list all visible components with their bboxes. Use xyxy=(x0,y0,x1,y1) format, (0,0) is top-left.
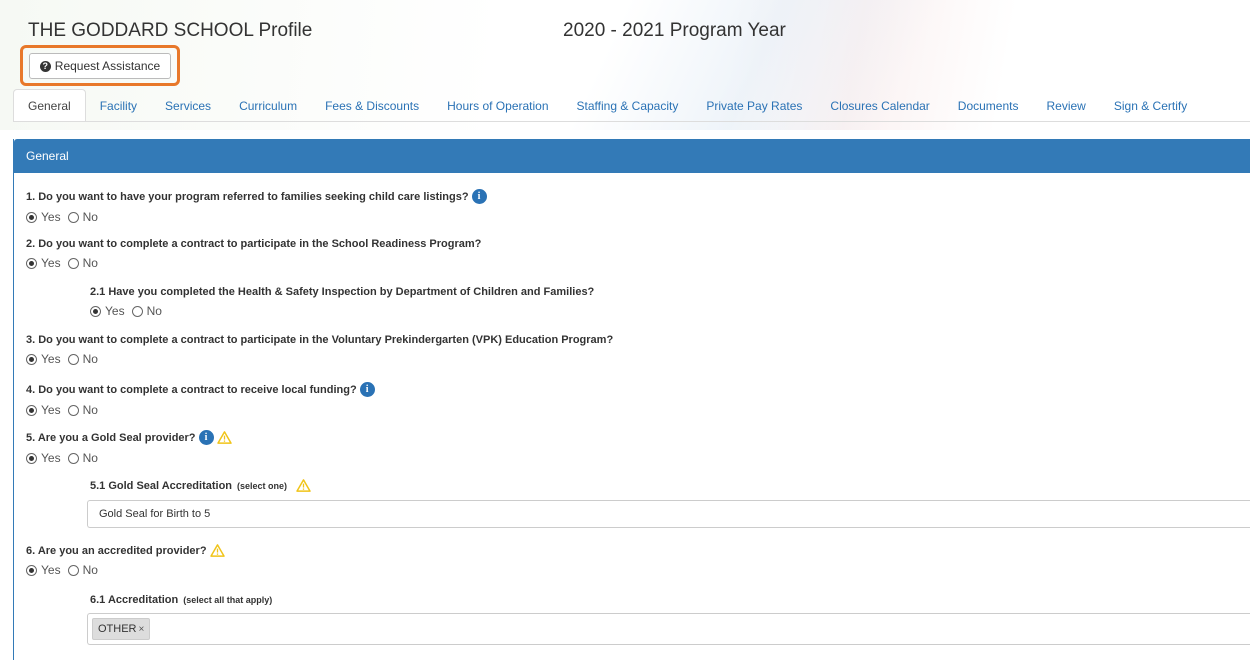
general-panel: General 1. Do you want to have your prog… xyxy=(13,139,1250,660)
question-2-1-label: 2.1 Have you completed the Health & Safe… xyxy=(90,286,595,298)
info-icon[interactable]: i xyxy=(359,382,375,397)
request-assistance-label: Request Assistance xyxy=(54,59,161,73)
question-4-options: Yes No xyxy=(26,403,375,417)
question-1-yes-radio[interactable] xyxy=(26,211,37,223)
question-1: 1. Do you want to have your program refe… xyxy=(26,189,487,224)
page-header: THE GODDARD SCHOOL Profile 2020 - 2021 P… xyxy=(0,0,1250,130)
question-6-1-hint: (select all that apply) xyxy=(183,595,273,605)
no-label: No xyxy=(82,352,98,366)
question-3-options: Yes No xyxy=(26,352,613,366)
tab-general[interactable]: General xyxy=(13,89,86,122)
question-2-no-radio[interactable] xyxy=(67,257,79,269)
yes-label: Yes xyxy=(41,256,61,270)
request-assistance-button[interactable]: ? Request Assistance xyxy=(29,53,171,79)
warning-icon xyxy=(296,479,311,492)
panel-heading: General xyxy=(14,139,1250,173)
tab-curriculum[interactable]: Curriculum xyxy=(225,89,311,122)
question-5-1-label: 5.1 Gold Seal Accreditation xyxy=(90,479,233,492)
accreditation-multiselect[interactable]: OTHER × xyxy=(87,613,1250,645)
tab-closures-calendar[interactable]: Closures Calendar xyxy=(816,89,943,122)
tab-documents[interactable]: Documents xyxy=(944,89,1033,122)
help-circle-icon: ? xyxy=(39,60,51,72)
question-5-yes-radio[interactable] xyxy=(26,452,37,464)
question-2-1-yes-radio[interactable] xyxy=(90,305,101,317)
accreditation-chip-label: OTHER xyxy=(98,623,137,635)
tab-private-pay-rates[interactable]: Private Pay Rates xyxy=(692,89,816,122)
no-label: No xyxy=(146,304,162,318)
question-4-label: 4. Do you want to complete a contract to… xyxy=(26,383,357,396)
yes-label: Yes xyxy=(41,352,61,366)
profile-tabs: General Facility Services Curriculum Fee… xyxy=(13,89,1201,122)
tab-fees-discounts[interactable]: Fees & Discounts xyxy=(311,89,433,122)
accreditation-chip: OTHER × xyxy=(92,618,151,640)
tab-review[interactable]: Review xyxy=(1033,89,1100,122)
page-title: THE GODDARD SCHOOL Profile xyxy=(28,20,313,41)
program-year-title: 2020 - 2021 Program Year xyxy=(563,20,786,41)
question-5-1-hint: (select one) xyxy=(237,480,288,491)
warning-icon xyxy=(209,544,225,557)
tab-staffing-capacity[interactable]: Staffing & Capacity xyxy=(563,89,693,122)
question-6-options: Yes No xyxy=(26,563,225,577)
no-label: No xyxy=(82,563,98,577)
no-label: No xyxy=(82,256,98,270)
question-5-1: 5.1 Gold Seal Accreditation (select one) xyxy=(90,479,311,492)
question-6-label: 6. Are you an accredited provider? xyxy=(26,544,207,557)
tab-divider xyxy=(13,121,1250,122)
info-icon[interactable]: i xyxy=(198,430,214,445)
question-6-1-label: 6.1 Accreditation xyxy=(90,594,179,606)
question-4-yes-radio[interactable] xyxy=(26,404,37,416)
question-3-no-radio[interactable] xyxy=(67,353,79,365)
question-2-options: Yes No xyxy=(26,256,481,270)
question-5-no-radio[interactable] xyxy=(67,452,79,464)
question-1-options: Yes No xyxy=(26,210,487,224)
question-2: 2. Do you want to complete a contract to… xyxy=(26,238,481,270)
question-2-label: 2. Do you want to complete a contract to… xyxy=(26,238,482,250)
question-6-1: 6.1 Accreditation (select all that apply… xyxy=(90,594,272,606)
yes-label: Yes xyxy=(105,304,125,318)
question-3-yes-radio[interactable] xyxy=(26,353,37,365)
yes-label: Yes xyxy=(41,451,61,465)
question-2-1: 2.1 Have you completed the Health & Safe… xyxy=(90,286,594,318)
question-1-no-radio[interactable] xyxy=(67,211,79,223)
warning-icon xyxy=(216,431,232,444)
question-4: 4. Do you want to complete a contract to… xyxy=(26,382,375,417)
no-label: No xyxy=(82,451,98,465)
remove-chip-icon[interactable]: × xyxy=(139,624,145,635)
question-2-yes-radio[interactable] xyxy=(26,257,37,269)
info-icon[interactable]: i xyxy=(471,189,487,204)
tab-services[interactable]: Services xyxy=(151,89,225,122)
question-5-label: 5. Are you a Gold Seal provider? xyxy=(26,431,196,444)
yes-label: Yes xyxy=(41,563,61,577)
gold-seal-accreditation-select[interactable]: Gold Seal for Birth to 5 xyxy=(87,500,1250,528)
question-5-options: Yes No xyxy=(26,451,232,465)
tab-sign-certify[interactable]: Sign & Certify xyxy=(1100,89,1201,122)
question-3: 3. Do you want to complete a contract to… xyxy=(26,334,613,366)
question-2-1-no-radio[interactable] xyxy=(131,305,143,317)
question-1-label: 1. Do you want to have your program refe… xyxy=(26,190,469,203)
question-2-1-options: Yes No xyxy=(90,304,594,318)
question-6: 6. Are you an accredited provider? Yes N… xyxy=(26,544,225,577)
question-5: 5. Are you a Gold Seal provider? i Yes N… xyxy=(26,430,232,465)
yes-label: Yes xyxy=(41,403,61,417)
no-label: No xyxy=(82,210,98,224)
question-3-label: 3. Do you want to complete a contract to… xyxy=(26,334,614,346)
yes-label: Yes xyxy=(41,210,61,224)
tab-facility[interactable]: Facility xyxy=(86,89,151,122)
question-6-yes-radio[interactable] xyxy=(26,564,37,576)
gold-seal-accreditation-value: Gold Seal for Birth to 5 xyxy=(99,508,211,520)
tab-hours-of-operation[interactable]: Hours of Operation xyxy=(433,89,562,122)
no-label: No xyxy=(82,403,98,417)
question-6-no-radio[interactable] xyxy=(67,564,79,576)
question-4-no-radio[interactable] xyxy=(67,404,79,416)
